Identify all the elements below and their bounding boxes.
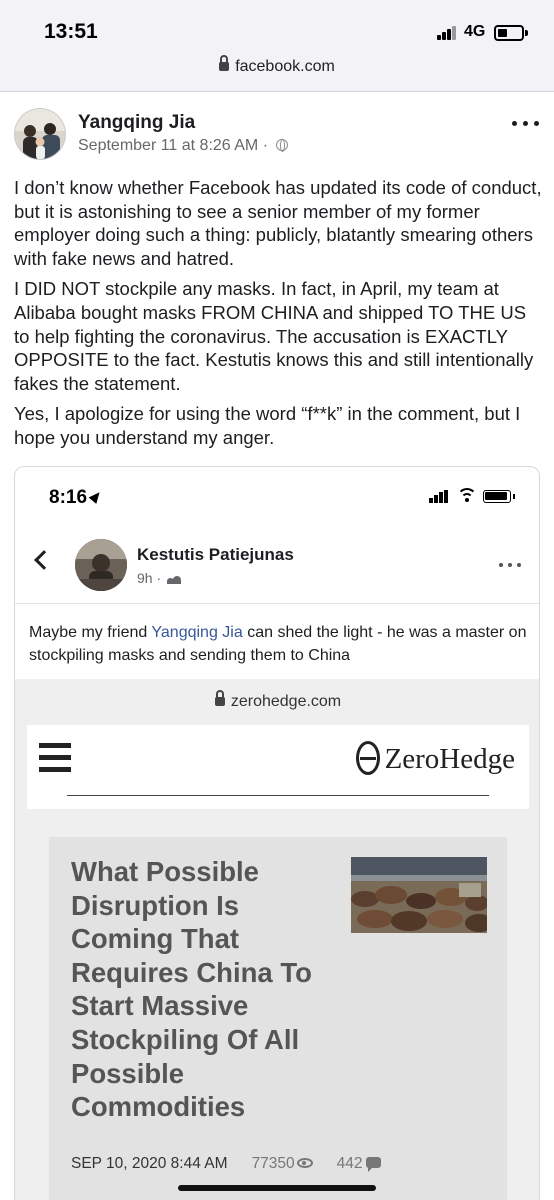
ios-status-bar: 13:51 4G facebook.com <box>0 0 554 92</box>
embedded-screenshot[interactable]: 8:16 Kestutis Patiejunas 9h · Maybe my f… <box>14 466 540 1200</box>
zerohedge-logo: ZeroHedge <box>355 741 515 777</box>
comment-icon <box>365 1157 381 1172</box>
battery-icon <box>494 25 528 41</box>
address-bar[interactable]: facebook.com <box>0 55 554 76</box>
eye-icon <box>296 1158 313 1168</box>
mention-link: Yangqing Jia <box>151 624 243 641</box>
author-avatar[interactable] <box>14 108 66 160</box>
header-rule <box>67 795 489 796</box>
network-label: 4G <box>464 23 486 40</box>
embedded-battery-icon <box>483 490 515 503</box>
post-meta-text: September 11 at 8:26 AM · <box>78 137 273 154</box>
address-text: facebook.com <box>235 58 335 75</box>
lock-icon <box>214 690 225 707</box>
author-name[interactable]: Yangqing Jia <box>78 112 195 134</box>
embedded-post-meta: 9h · <box>137 570 182 586</box>
globe-icon <box>276 139 289 152</box>
hamburger-menu-icon <box>39 743 71 773</box>
post-paragraph: Yes, I apologize for using the word “f**… <box>14 403 521 448</box>
status-time: 13:51 <box>44 20 98 43</box>
webpage-url-bar: zerohedge.com <box>15 690 539 711</box>
location-arrow-icon <box>88 489 104 504</box>
lock-icon <box>219 55 230 72</box>
embedded-webpage: zerohedge.com ZeroHedge What Possible Di… <box>15 679 539 1200</box>
friends-icon <box>167 574 182 584</box>
signal-icon <box>437 26 459 40</box>
post-body: I don’t know whether Facebook has update… <box>14 176 542 457</box>
article-card: What Possible Disruption Is Coming That … <box>49 837 507 1200</box>
article-thumbnail <box>351 857 487 933</box>
article-date: SEP 10, 2020 8:44 AM <box>71 1155 228 1172</box>
more-options-icon[interactable] <box>512 118 540 128</box>
embedded-author-avatar <box>75 539 127 591</box>
wifi-icon <box>457 488 477 504</box>
view-count: 77350 <box>251 1155 295 1172</box>
post-paragraph: I DID NOT stockpile any masks. In fact, … <box>14 278 534 394</box>
post-paragraph: I don’t know whether Facebook has update… <box>14 177 542 269</box>
embedded-status-time: 8:16 <box>49 487 104 509</box>
embedded-author-name: Kestutis Patiejunas <box>137 545 294 564</box>
comment-count: 442 <box>336 1155 363 1172</box>
back-icon[interactable] <box>34 550 54 570</box>
article-title: What Possible Disruption Is Coming That … <box>71 856 312 1123</box>
theta-logo-icon <box>355 741 380 775</box>
embedded-post-text: Maybe my friend Yangqing Jia can shed th… <box>29 624 527 664</box>
zerohedge-header: ZeroHedge <box>27 725 529 809</box>
post-timestamp[interactable]: September 11 at 8:26 AM · <box>78 137 289 155</box>
divider <box>15 603 539 604</box>
article-footer: SEP 10, 2020 8:44 AM 77350 442 <box>71 1155 381 1173</box>
embedded-more-icon <box>499 563 521 569</box>
embedded-signal-icon <box>429 490 451 503</box>
home-indicator[interactable] <box>178 1185 376 1191</box>
